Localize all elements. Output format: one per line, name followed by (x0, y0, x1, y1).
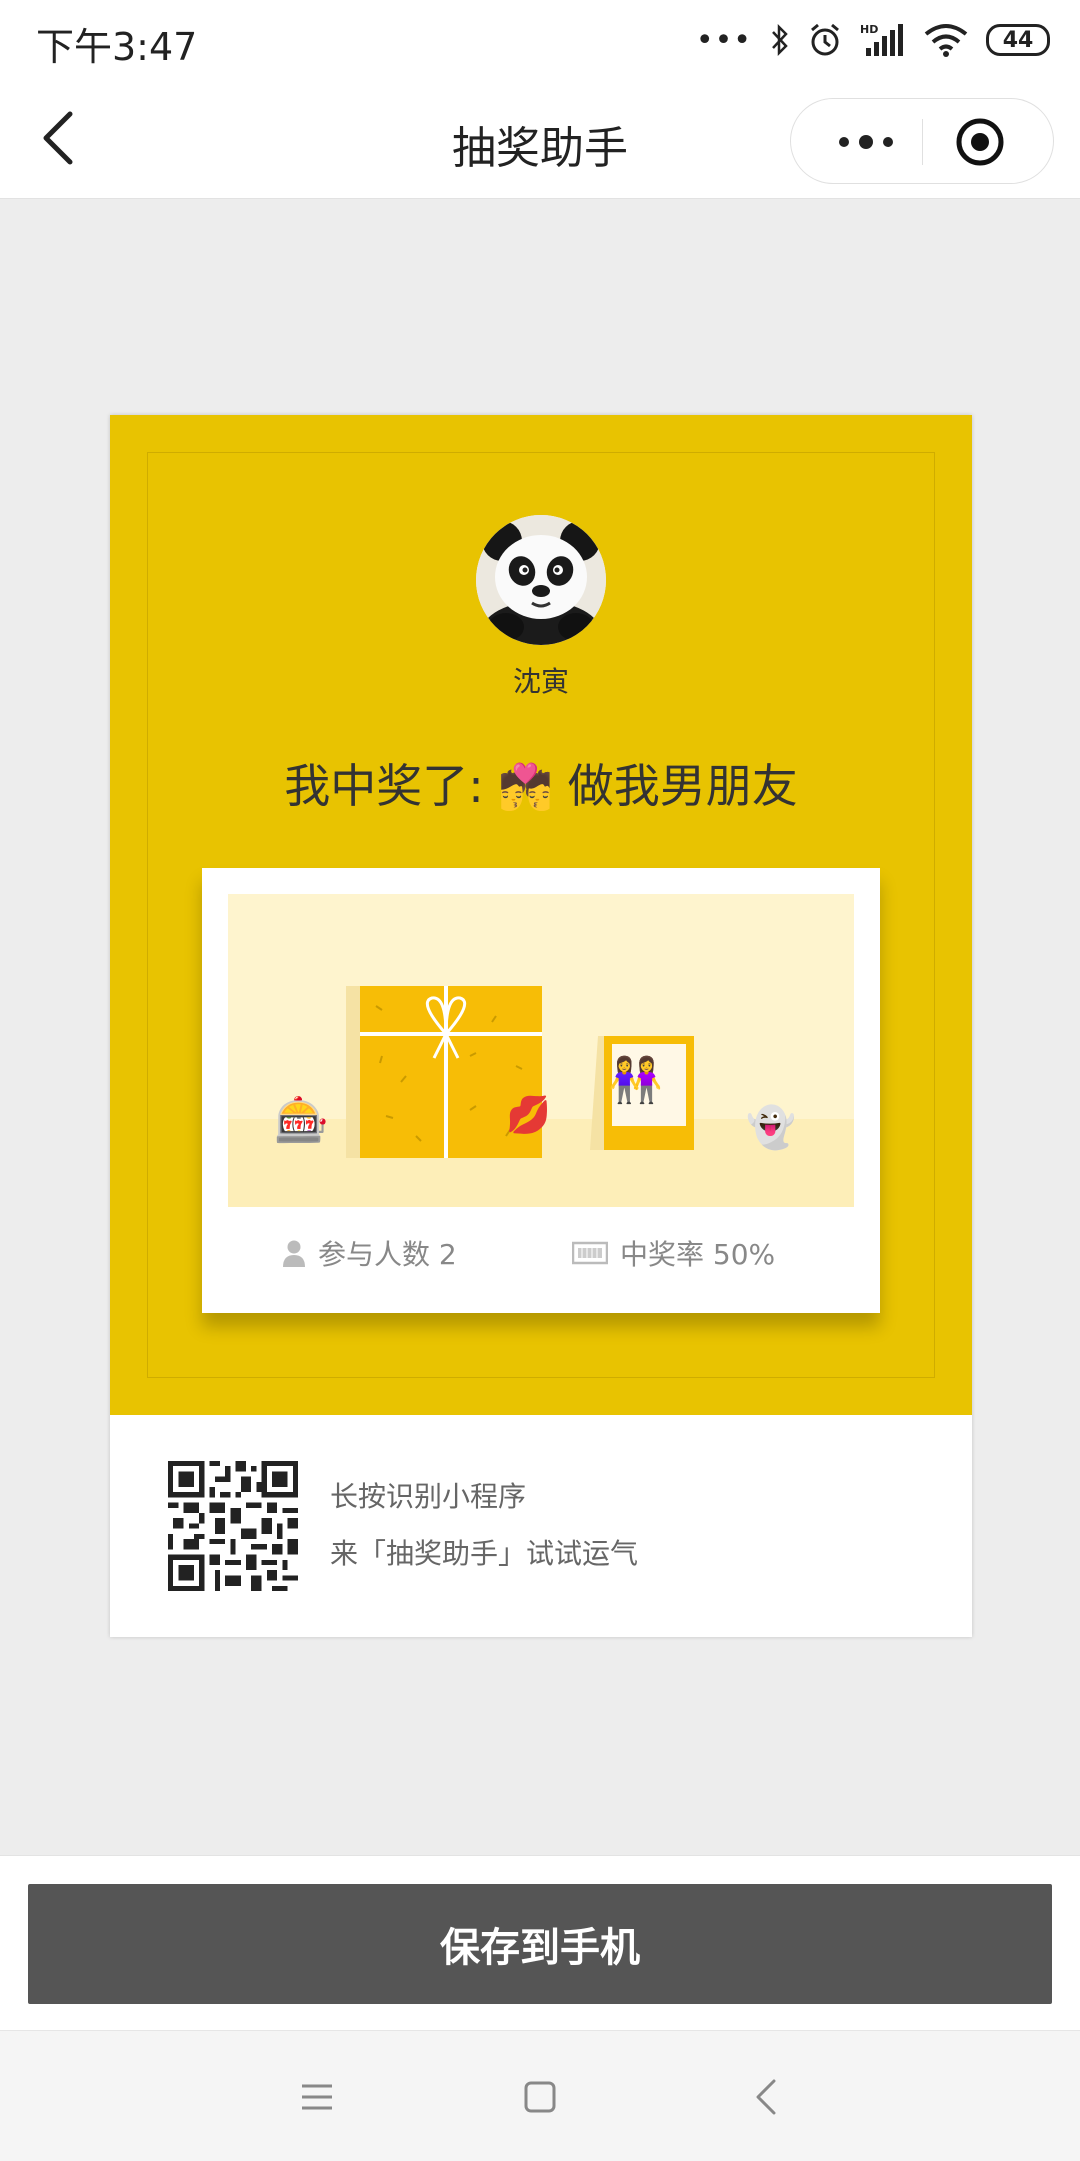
back-nav-button[interactable] (736, 2067, 796, 2127)
battery-icon: 44 (986, 24, 1050, 56)
qr-line-1: 长按识别小程序 (330, 1480, 527, 1513)
prize-card: 🎰 💋 👭 👻 参与人数 2 中奖率 50% (202, 868, 880, 1313)
status-bar: 下午3:47 ••• HD 44 (0, 0, 1080, 78)
panda-avatar-image (476, 515, 606, 645)
username: 沈寅 (512, 665, 569, 698)
capsule-menu (790, 98, 1054, 184)
system-nav-bar (0, 2030, 1080, 2161)
status-icons: ••• HD 44 (696, 18, 1050, 62)
close-capsule-button[interactable] (925, 99, 1035, 185)
qr-code (168, 1461, 298, 1591)
prize-name: 做我男朋友 (567, 759, 798, 813)
alarm-icon (811, 23, 839, 56)
kiss-mark-emoji: 💋 (506, 1095, 551, 1136)
ticket-icon (572, 1241, 608, 1265)
dots-icon: ••• (695, 22, 752, 58)
home-nav-icon (524, 2081, 556, 2113)
avatar (476, 515, 606, 645)
capsule-divider (922, 119, 923, 165)
qr-line-2: 来「抽奖助手」试试运气 (330, 1537, 639, 1570)
signal-icon: HD (860, 23, 903, 56)
two-women-emoji: 👭 (608, 1055, 663, 1106)
person-icon (283, 1240, 305, 1267)
wifi-icon (924, 24, 968, 57)
bluetooth-icon (772, 23, 788, 57)
gift-box-image (346, 986, 542, 1158)
win-rate-label: 中奖率 50% (620, 1238, 776, 1271)
save-to-phone-button[interactable]: 保存到手机 (28, 1884, 1052, 2004)
more-button[interactable] (811, 99, 921, 185)
card-qr-section: 长按识别小程序 来「抽奖助手」试试运气 (110, 1415, 972, 1637)
close-capsule-icon (956, 118, 1004, 166)
menu-nav-button[interactable] (287, 2067, 347, 2127)
win-prefix: 我中奖了: (284, 759, 484, 813)
slot-machine-emoji: 🎰 (274, 1095, 329, 1146)
participants-stat: 参与人数 2 (282, 1228, 457, 1278)
ghost-emoji: 👻 (746, 1105, 796, 1151)
more-icon (839, 135, 893, 149)
svg-text:HD: HD (860, 23, 878, 36)
home-nav-button[interactable] (510, 2067, 570, 2127)
card-yellow-panel: 沈寅 我中奖了: 💏 做我男朋友 🎰 💋 👭 👻 参与人数 2 中奖率 50% (110, 415, 972, 1415)
participants-label: 参与人数 2 (318, 1238, 457, 1271)
save-area: 保存到手机 (0, 1855, 1080, 2031)
status-time: 下午3:47 (36, 25, 198, 69)
gift-scene: 🎰 💋 👭 👻 (228, 894, 854, 1207)
back-nav-icon (756, 2079, 776, 2115)
win-announcement: 我中奖了: 💏 做我男朋友 (110, 750, 972, 816)
menu-nav-icon (302, 2084, 332, 2110)
couple-emoji: 💏 (498, 762, 554, 813)
nav-bar: 抽奖助手 (0, 78, 1080, 199)
win-rate-stat: 中奖率 50% (572, 1228, 775, 1278)
stats-row: 参与人数 2 中奖率 50% (202, 1228, 880, 1278)
share-card: 沈寅 我中奖了: 💏 做我男朋友 🎰 💋 👭 👻 参与人数 2 中奖率 50% … (110, 415, 972, 1637)
